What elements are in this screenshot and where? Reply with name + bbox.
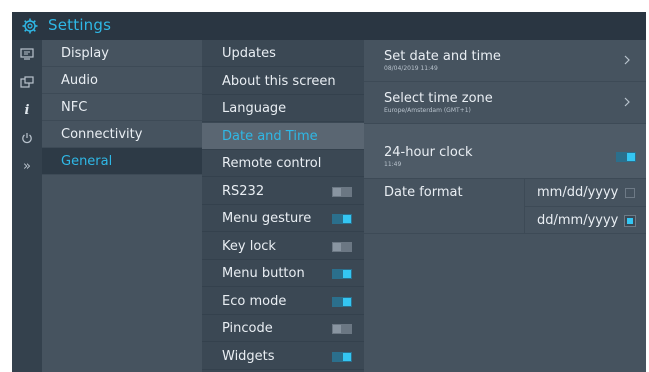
menu-item-rs232[interactable]: RS232: [202, 178, 364, 205]
menu-item-label: Date and Time: [222, 128, 318, 144]
eco-mode-toggle[interactable]: [332, 296, 352, 307]
24-hour-clock-row[interactable]: 24-hour clock 11:49: [364, 124, 646, 179]
key-lock-toggle[interactable]: [332, 241, 352, 252]
settings-screen: Settings i » Display Audio NFC Connectiv…: [12, 12, 646, 372]
menu-item-label: Menu gesture: [222, 211, 312, 226]
date-format-label: Date format: [384, 185, 463, 200]
menu-item-menu-button[interactable]: Menu button: [202, 260, 364, 287]
menu-item-label: Eco mode: [222, 293, 287, 309]
date-format-option-mmddyyyy[interactable]: mm/dd/yyyy: [537, 185, 618, 200]
menu-item-label: Key lock: [222, 238, 276, 254]
chevron-right-icon: [624, 55, 630, 65]
24-hour-clock-value: 11:49: [384, 161, 402, 168]
menu-item-date-time[interactable]: Date and Time: [202, 122, 364, 150]
power-icon[interactable]: [12, 124, 42, 152]
menu-item-label: Widgets: [222, 348, 275, 364]
menu-item-updates[interactable]: Updates: [202, 40, 364, 67]
menu-item-eco-mode[interactable]: Eco mode: [202, 288, 364, 315]
24-hour-clock-toggle[interactable]: [616, 152, 636, 162]
gear-icon: [22, 18, 38, 34]
display-icon[interactable]: [12, 40, 42, 68]
date-time-panel: Set date and time 08/04/2019 11:49 Selec…: [364, 40, 646, 372]
page-title: Settings: [48, 16, 112, 34]
menu-item-label: Language: [222, 101, 287, 116]
time-zone-value: Europe/Amsterdam (GMT+1): [384, 107, 471, 114]
24-hour-clock-label: 24-hour clock: [384, 145, 473, 160]
menu-item-language[interactable]: Language: [202, 95, 364, 122]
widgets-toggle[interactable]: [332, 351, 352, 362]
set-date-time-value: 08/04/2019 11:49: [384, 65, 438, 72]
set-date-time-label: Set date and time: [384, 49, 501, 64]
top-bar: Settings: [12, 12, 646, 40]
menu-item-key-lock[interactable]: Key lock: [202, 233, 364, 260]
icon-rail: i »: [12, 40, 42, 372]
time-zone-row[interactable]: Select time zone Europe/Amsterdam (GMT+1…: [364, 82, 646, 124]
rs232-toggle[interactable]: [332, 186, 352, 197]
ddmmyyyy-checkbox[interactable]: [624, 215, 636, 227]
menu-item-label: Menu button: [222, 266, 305, 281]
category-display[interactable]: Display: [42, 40, 202, 67]
menu-item-label: RS232: [222, 183, 265, 199]
info-icon[interactable]: i: [12, 96, 42, 124]
menu-item-label: About this screen: [222, 73, 336, 89]
date-format-divider: [364, 233, 646, 234]
menu-item-widgets[interactable]: Widgets: [202, 343, 364, 370]
menu-button-toggle[interactable]: [332, 269, 352, 279]
menu-item-remote-control[interactable]: Remote control: [202, 150, 364, 177]
menu-item-label: Pincode: [222, 321, 273, 336]
date-format-option-ddmmyyyy[interactable]: dd/mm/yyyy: [537, 213, 618, 228]
menu-gesture-toggle[interactable]: [332, 214, 352, 224]
chevron-double-right-icon[interactable]: »: [12, 152, 42, 180]
date-format-divider: [524, 206, 646, 207]
menu-item-pincode[interactable]: Pincode: [202, 315, 364, 342]
category-menu: Display Audio NFC Connectivity General: [42, 40, 202, 372]
category-nfc[interactable]: NFC: [42, 94, 202, 121]
category-audio[interactable]: Audio: [42, 67, 202, 94]
general-menu: Updates About this screen Language Date …: [202, 40, 364, 372]
menu-item-label: Updates: [222, 46, 276, 61]
mmddyyyy-checkbox[interactable]: [625, 188, 635, 198]
category-general[interactable]: General: [42, 148, 202, 175]
time-zone-label: Select time zone: [384, 91, 493, 106]
chevron-right-icon: [624, 97, 630, 107]
menu-item-about[interactable]: About this screen: [202, 68, 364, 95]
category-connectivity[interactable]: Connectivity: [42, 121, 202, 148]
menu-item-label: Remote control: [222, 156, 322, 171]
set-date-time-row[interactable]: Set date and time 08/04/2019 11:49: [364, 40, 646, 82]
audio-icon[interactable]: [12, 68, 42, 96]
pincode-toggle[interactable]: [332, 324, 352, 334]
menu-item-menu-gesture[interactable]: Menu gesture: [202, 205, 364, 232]
